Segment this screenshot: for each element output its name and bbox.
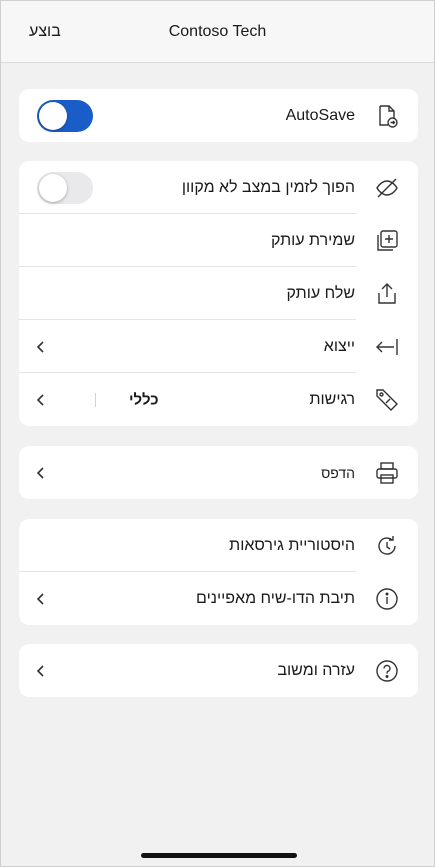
send-copy-label: שלח עותק [286, 284, 355, 302]
chevron-left-icon [35, 393, 47, 406]
offline-toggle[interactable] [37, 171, 93, 204]
help-row[interactable]: עזרה ומשוב [19, 644, 418, 697]
file-actions-card: הפוך לזמין במצב לא מקוון שמירת עותק שלח … [19, 161, 418, 426]
print-label: הדפס [321, 464, 355, 481]
sensitivity-row[interactable]: רגישות כללי [19, 373, 418, 426]
export-row[interactable]: ייצוא [19, 320, 418, 373]
info-card: היסטוריית גירסאות תיבת הדו-שיח מאפיינים [19, 519, 418, 625]
properties-row[interactable]: תיבת הדו-שיח מאפיינים [19, 572, 418, 625]
version-history-label: היסטוריית גירסאות [229, 536, 355, 554]
cloud-off-icon [374, 175, 400, 201]
document-autosave-icon [374, 103, 400, 129]
help-label: עזרה ומשוב [277, 661, 355, 679]
header-bar: בוצע Contoso Tech [1, 1, 434, 63]
export-label: ייצוא [323, 337, 355, 355]
save-copy-label: שמירת עותק [270, 231, 355, 249]
autosave-row: AutoSave [19, 89, 418, 142]
home-indicator[interactable] [141, 853, 297, 858]
print-card: הדפס [19, 446, 418, 499]
properties-label: תיבת הדו-שיח מאפיינים [196, 589, 355, 607]
toggle-knob [39, 101, 67, 130]
divider [95, 392, 96, 407]
help-card: עזרה ומשוב [19, 644, 418, 697]
send-copy-row[interactable]: שלח עותק [19, 267, 418, 320]
sensitivity-label-icon [374, 387, 400, 413]
toggle-knob [39, 173, 67, 202]
printer-icon [374, 460, 400, 486]
autosave-card: AutoSave [19, 89, 418, 142]
offline-label: הפוך לזמין במצב לא מקוון [181, 178, 355, 196]
sensitivity-value: כללי [129, 391, 159, 408]
add-copy-icon [374, 228, 400, 254]
chevron-left-icon [35, 592, 47, 605]
chevron-left-icon [35, 466, 47, 479]
chevron-left-icon [35, 664, 47, 677]
help-icon [374, 658, 400, 684]
settings-screen: בוצע Contoso Tech AutoSave הפוך לזמין במ… [0, 0, 435, 867]
share-icon [374, 281, 400, 307]
offline-row: הפוך לזמין במצב לא מקוון [19, 161, 418, 214]
sensitivity-label: רגישות [309, 390, 355, 408]
export-arrow-icon [374, 334, 400, 360]
autosave-toggle[interactable] [37, 99, 93, 132]
page-title: Contoso Tech [168, 23, 267, 40]
print-row[interactable]: הדפס [19, 446, 418, 499]
info-icon [374, 586, 400, 612]
save-copy-row[interactable]: שמירת עותק [19, 214, 418, 267]
chevron-left-icon [35, 340, 47, 353]
version-history-row[interactable]: היסטוריית גירסאות [19, 519, 418, 572]
history-icon [374, 533, 400, 559]
autosave-label: AutoSave [285, 106, 355, 124]
